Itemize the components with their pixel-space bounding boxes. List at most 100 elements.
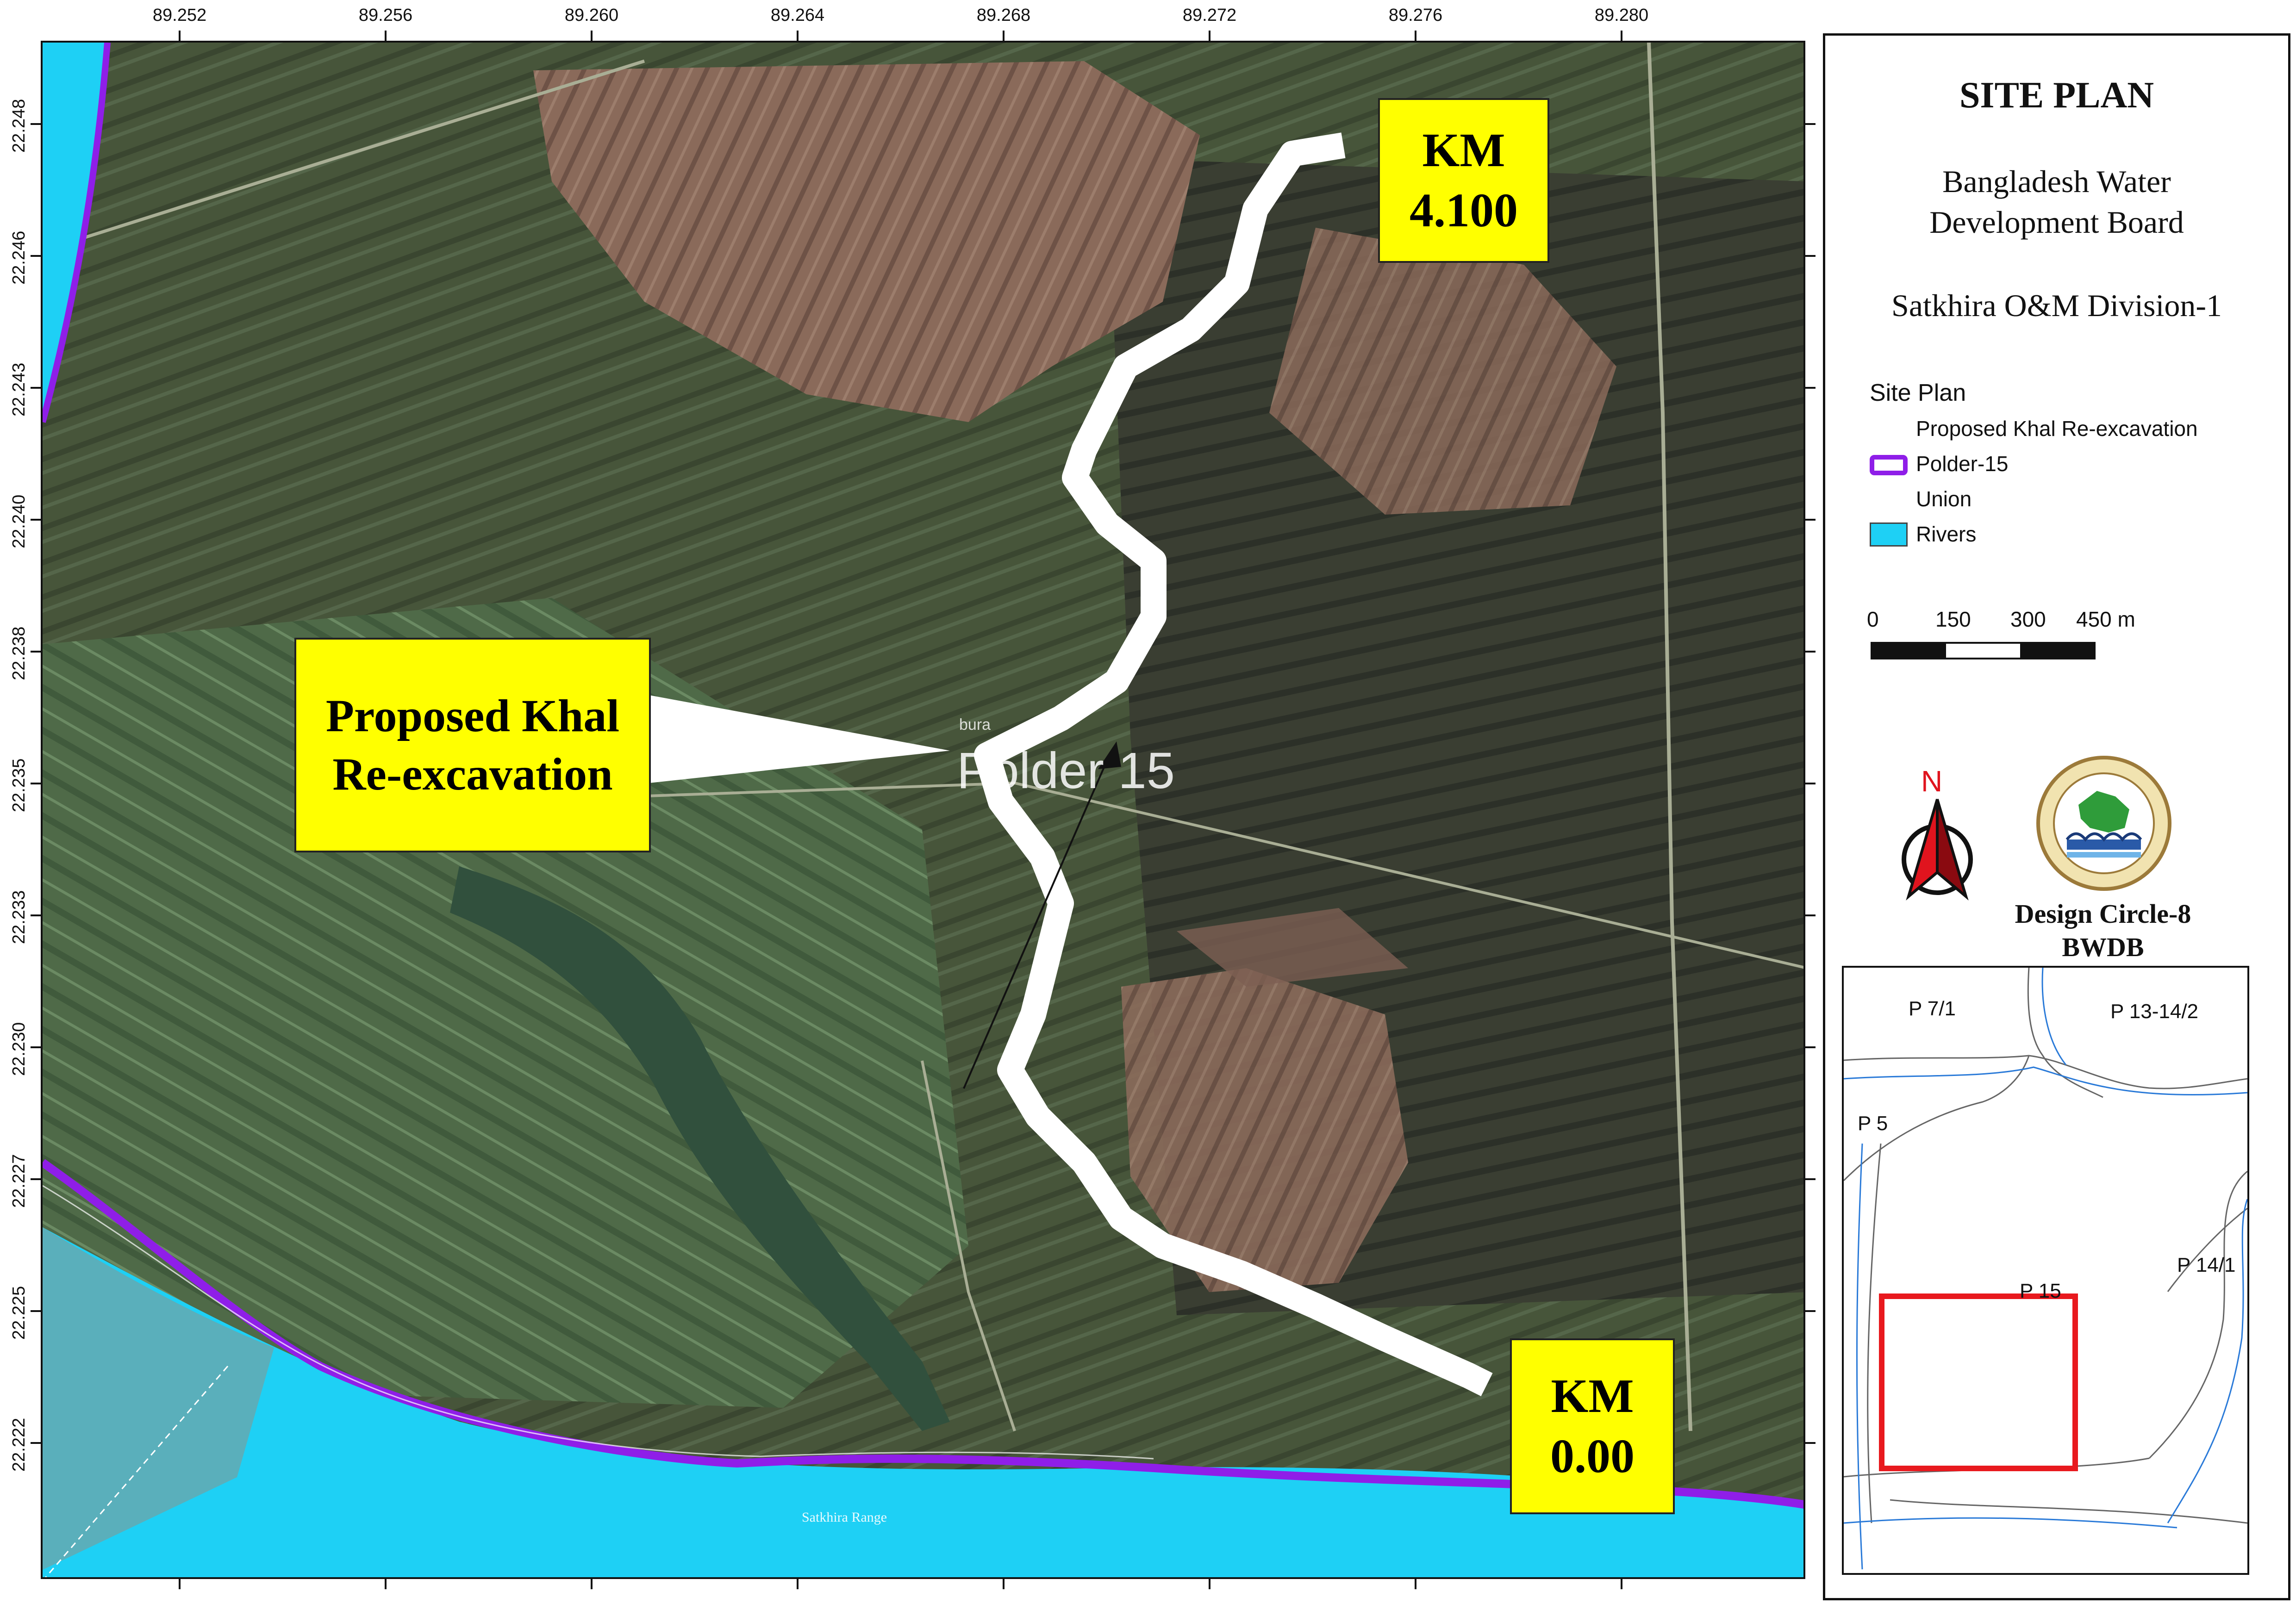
longitude-tick-label: 89.280 (1594, 6, 1649, 25)
village-label: bura (959, 716, 991, 734)
latitude-tick-label: 22.248 (9, 99, 29, 153)
latitude-tick-mark-left (31, 123, 41, 125)
inset-label-p13-14-2: P 13-14/2 (2110, 1000, 2199, 1023)
longitude-tick-label: 89.272 (1182, 6, 1237, 25)
inset-label-p15: P 15 (2020, 1280, 2061, 1302)
longitude-tick-label: 89.276 (1388, 6, 1443, 25)
inset-boundary-2 (2027, 968, 2103, 1098)
latitude-tick-label: 22.222 (9, 1418, 29, 1472)
longitude-tick-label: 89.252 (152, 6, 207, 25)
longitude-tick-mark-top (385, 31, 387, 41)
latitude-tick-mark-left (31, 1178, 41, 1180)
scale-label-300: 300 (2010, 607, 2046, 631)
map-frame[interactable]: Proposed Khal Re-excavation KM 4.100 KM … (41, 41, 1805, 1579)
latitude-tick-mark-right (1805, 387, 1816, 389)
legend-item-polder-15: Polder-15 (1916, 452, 2009, 476)
division-name: Satkhira O&M Division-1 (1891, 288, 2222, 323)
inset-river-3 (1856, 1143, 1863, 1570)
latitude-tick-mark-left (31, 783, 41, 784)
north-arrow-icon (1902, 799, 1973, 901)
scale-segment-1 (1872, 644, 1947, 658)
longitude-tick-mark-bottom (797, 1579, 799, 1589)
longitude-tick-mark-top (591, 31, 593, 41)
latitude-tick-mark-right (1805, 783, 1816, 784)
scale-segment-2 (1946, 644, 2020, 658)
legend-panel: SITE PLAN Bangladesh Water Development B… (1823, 33, 2290, 1600)
latitude-tick-mark-right (1805, 1310, 1816, 1312)
legend-section-title: Site Plan (1870, 379, 1966, 406)
longitude-tick-mark-top (1209, 31, 1210, 41)
longitude-tick-label: 89.260 (564, 6, 619, 25)
inset-map: P 7/1 P 13-14/2 P 5 P 14/1 P 15 (1842, 966, 2249, 1575)
longitude-tick-mark-bottom (591, 1579, 593, 1589)
longitude-tick-mark-bottom (1003, 1579, 1004, 1589)
longitude-tick-mark-top (797, 31, 799, 41)
latitude-tick-label: 22.235 (9, 758, 29, 812)
organization-name-line1: Bangladesh Water (1942, 164, 2171, 199)
scale-label-0: 0 (1867, 607, 1879, 631)
inset-river-1 (1844, 1066, 2247, 1096)
longitude-tick-mark-bottom (385, 1579, 387, 1589)
longitude-tick-label: 89.264 (770, 6, 825, 25)
legend-item-proposed-khal: Proposed Khal Re-excavation (1916, 417, 2198, 441)
km-start-callout: KM 0.00 (1510, 1338, 1675, 1514)
bwdb-logo-icon (2036, 756, 2171, 891)
inset-boundary-8 (2167, 1207, 2247, 1292)
legend-item-rivers: Rivers (1916, 522, 1977, 546)
scale-segment-3 (2020, 644, 2094, 658)
inset-river-4 (2167, 1199, 2247, 1524)
longitude-tick-mark-top (1415, 31, 1416, 41)
latitude-tick-label: 22.230 (9, 1022, 29, 1076)
longitude-tick-label: 89.268 (976, 6, 1031, 25)
latitude-tick-label: 22.227 (9, 1154, 29, 1208)
rivers-swatch (1870, 522, 1908, 547)
khal-callout-box: Proposed Khal Re-excavation (294, 638, 651, 852)
latitude-tick-label: 22.243 (9, 362, 29, 417)
latitude-tick-mark-right (1805, 1178, 1816, 1180)
latitude-tick-label: 22.233 (9, 890, 29, 944)
latitude-tick-mark-left (31, 1442, 41, 1444)
latitude-tick-label: 22.246 (9, 230, 29, 285)
latitude-tick-mark-right (1805, 123, 1816, 125)
latitude-tick-mark-right (1805, 1442, 1816, 1444)
credit-line1: Design Circle-8 (2015, 899, 2191, 929)
inset-boundary-4 (1867, 1143, 1882, 1524)
latitude-tick-mark-left (31, 1310, 41, 1312)
latitude-tick-mark-right (1805, 1046, 1816, 1048)
credit-line2: BWDB (2062, 932, 2144, 962)
latitude-tick-mark-left (31, 651, 41, 653)
inset-label-p5: P 5 (1858, 1112, 1888, 1135)
latitude-tick-label: 22.225 (9, 1286, 29, 1340)
longitude-tick-mark-top (1621, 31, 1622, 41)
polder-swatch (1870, 455, 1908, 475)
scale-label-450: 450 m (2076, 607, 2135, 631)
longitude-tick-mark-top (1003, 31, 1004, 41)
latitude-tick-mark-left (31, 387, 41, 389)
longitude-tick-mark-bottom (1621, 1579, 1622, 1589)
latitude-tick-mark-left (31, 914, 41, 916)
inset-river-2 (2041, 968, 2067, 1065)
polder-label: Polder 15 (957, 742, 1175, 799)
north-label: N (1921, 765, 1943, 798)
latitude-tick-label: 22.240 (9, 494, 29, 548)
latitude-tick-label: 22.238 (9, 626, 29, 680)
latitude-tick-mark-left (31, 1046, 41, 1048)
legend-title: SITE PLAN (1959, 75, 2154, 116)
longitude-tick-mark-bottom (179, 1579, 181, 1589)
scale-label-150: 150 (1935, 607, 1971, 631)
latitude-tick-mark-left (31, 519, 41, 521)
latitude-tick-mark-right (1805, 519, 1816, 521)
scale-bar (1871, 642, 2096, 659)
latitude-tick-mark-right (1805, 255, 1816, 257)
km-end-callout: KM 4.100 (1378, 98, 1549, 263)
inset-label-p14-1: P 14/1 (2177, 1254, 2236, 1276)
latitude-tick-mark-right (1805, 914, 1816, 916)
longitude-tick-label: 89.256 (358, 6, 413, 25)
latitude-tick-mark-left (31, 255, 41, 257)
inset-extent-box (1879, 1293, 2078, 1471)
longitude-tick-mark-bottom (1415, 1579, 1416, 1589)
inset-boundary-5 (2148, 1170, 2247, 1459)
inset-label-p7-1: P 7/1 (1909, 997, 1956, 1020)
longitude-tick-mark-bottom (1209, 1579, 1210, 1589)
inset-river-5 (1844, 1517, 2177, 1529)
